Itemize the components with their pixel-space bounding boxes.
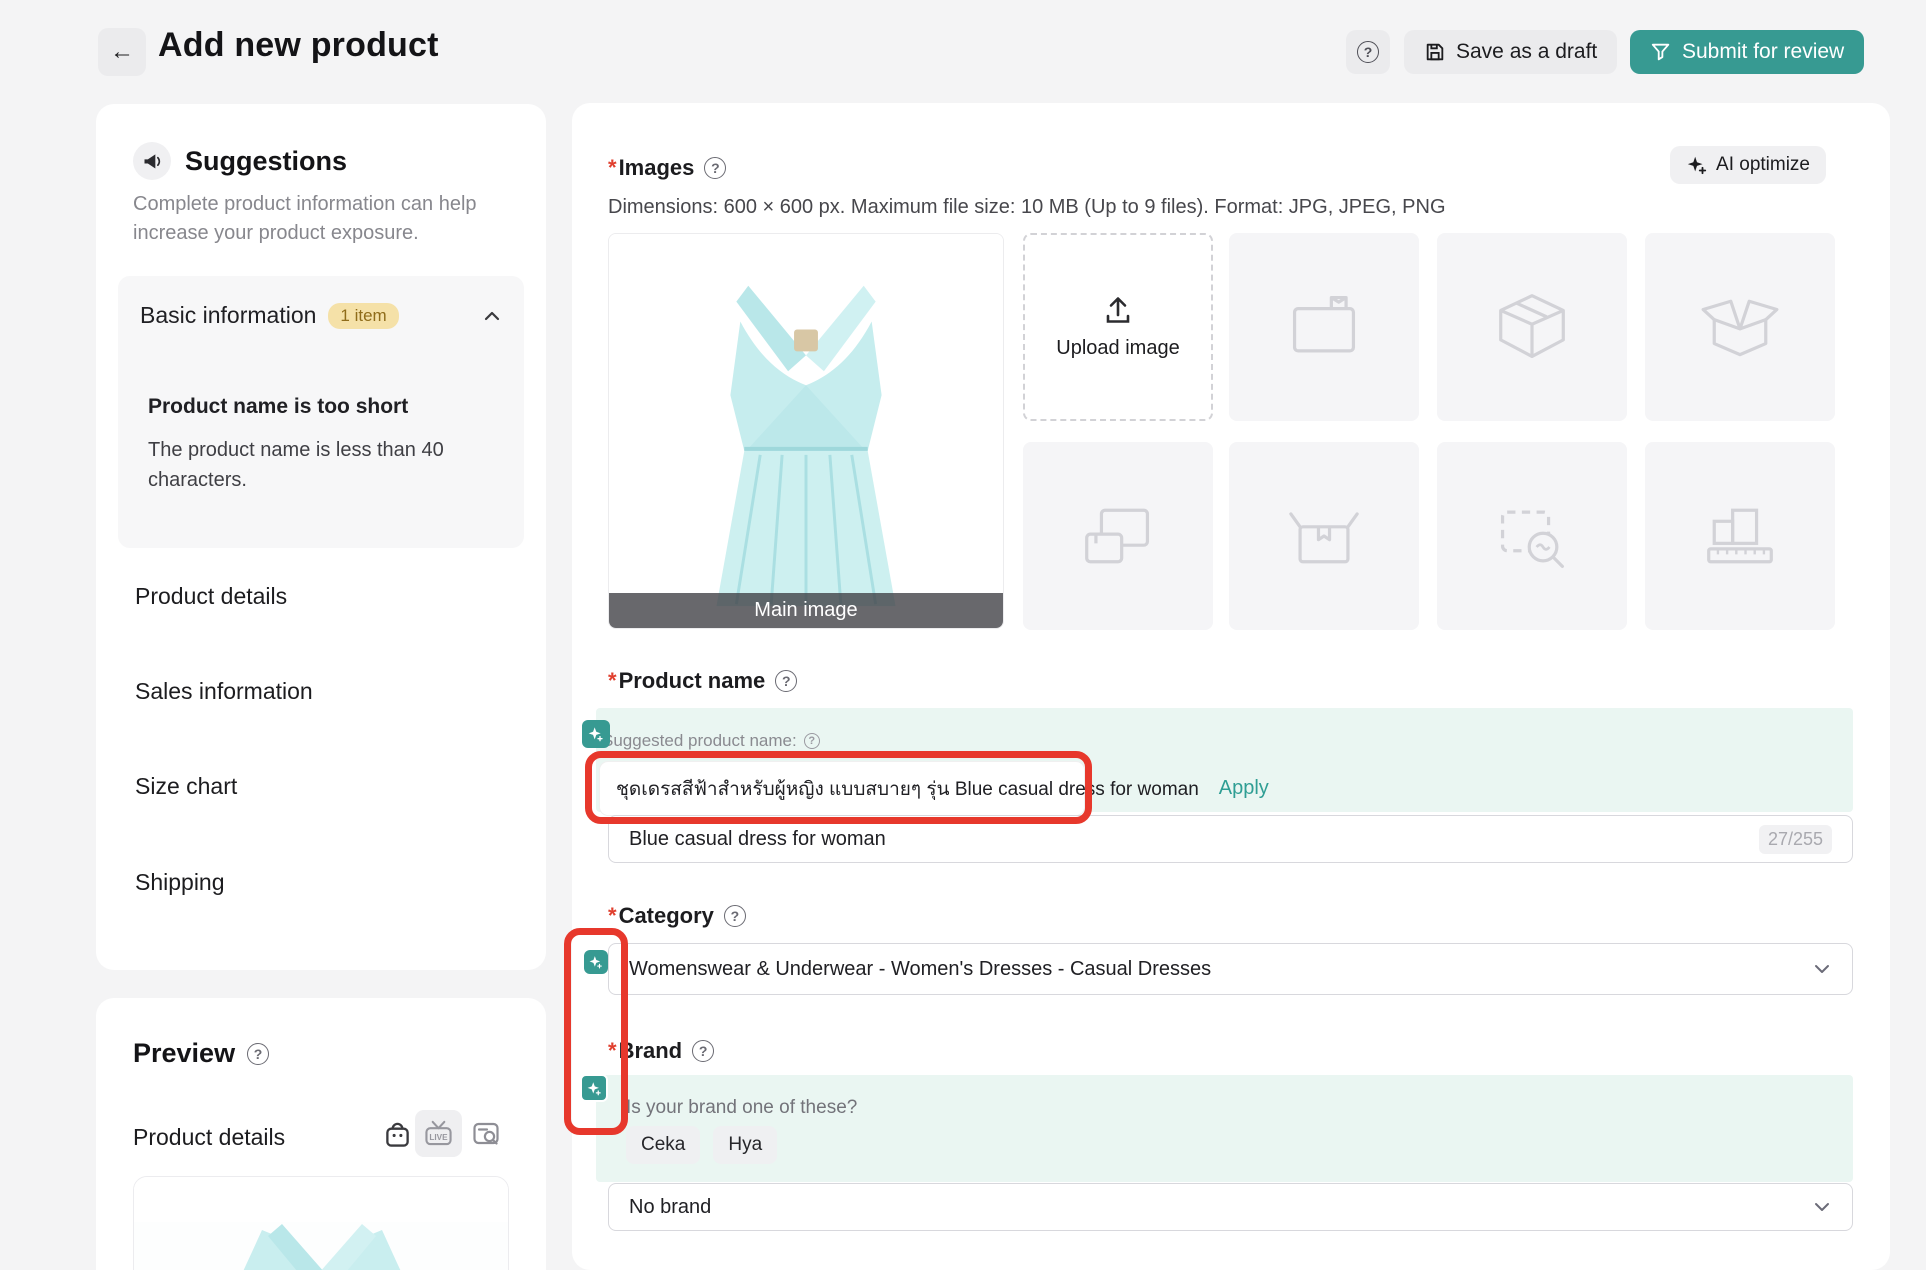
suggested-name-help-icon[interactable] — [804, 733, 820, 749]
box-stack-icon — [1072, 490, 1164, 582]
category-help-icon[interactable] — [724, 905, 746, 927]
product-photo — [609, 234, 1003, 628]
sparkle-plus-icon — [588, 726, 604, 742]
image-slot-empty — [1023, 442, 1213, 630]
box-ribbon-icon — [1278, 281, 1370, 373]
preview-product-card — [133, 1176, 509, 1270]
category-value: Womenswear & Underwear - Women's Dresses… — [629, 958, 1211, 981]
product-name-input[interactable]: Blue casual dress for woman 27/255 — [608, 815, 1853, 863]
sparkle-icon — [1686, 154, 1708, 176]
sparkle-plus-icon — [587, 1081, 602, 1096]
image-slot-empty — [1645, 233, 1835, 421]
apply-suggestion-link[interactable]: Apply — [1219, 777, 1269, 800]
main-image-badge: Main image — [609, 593, 1003, 628]
upload-icon — [1103, 295, 1133, 325]
product-name-help-icon[interactable] — [775, 670, 797, 692]
suggested-name-row: ชุดเดรสสีฟ้าสำหรับผู้หญิง แบบสบายๆ รุ่น … — [600, 762, 1084, 815]
basic-information-section: Basic Information Images AI optimize Dim… — [572, 103, 1890, 1270]
product-name-value: Blue casual dress for woman — [629, 828, 886, 851]
brand-chip-ceka[interactable]: Ceka — [626, 1126, 700, 1164]
suggestion-count-badge: 1 item — [328, 303, 398, 329]
image-slot-empty — [1437, 233, 1627, 421]
preview-help-icon[interactable] — [247, 1043, 269, 1065]
box-lid-ribbon-icon — [1278, 490, 1370, 582]
image-slot-empty — [1645, 442, 1835, 630]
ai-assist-badge-name[interactable] — [582, 720, 610, 748]
save-draft-label: Save as a draft — [1456, 40, 1597, 64]
suggestion-group-header[interactable]: Basic information 1 item — [140, 302, 502, 329]
sidebar-item-sales-information[interactable]: Sales information — [135, 678, 313, 705]
ai-assist-badge-category[interactable] — [584, 950, 608, 974]
image-slot-empty — [1229, 233, 1419, 421]
main-image-tile[interactable]: Main image — [608, 233, 1004, 629]
shopping-bag-icon — [384, 1120, 411, 1149]
tab-product-view[interactable] — [379, 1116, 415, 1152]
page-title: Add new product — [158, 26, 439, 65]
product-name-label: Product name — [608, 668, 765, 694]
brand-select[interactable]: No brand — [608, 1183, 1853, 1231]
upload-image-label: Upload image — [1056, 337, 1179, 360]
save-draft-button[interactable]: Save as a draft — [1404, 30, 1617, 74]
image-slot-empty — [1437, 442, 1627, 630]
issue-title: Product name is too short — [148, 395, 502, 419]
images-help-icon[interactable] — [704, 157, 726, 179]
upload-image-button[interactable]: Upload image — [1023, 233, 1213, 421]
preview-section-label: Product details — [133, 1124, 285, 1151]
images-hint: Dimensions: 600 × 600 px. Maximum file s… — [608, 196, 1446, 219]
brand-suggestion-block — [596, 1075, 1853, 1182]
image-slot-empty — [1229, 442, 1419, 630]
sidebar-item-product-details[interactable]: Product details — [135, 583, 287, 610]
images-label: Images — [608, 155, 694, 181]
back-button[interactable] — [98, 28, 146, 76]
suggestion-group: Basic information 1 item Product name is… — [118, 276, 524, 548]
help-button[interactable] — [1346, 30, 1390, 74]
tab-live-view[interactable]: LIVE — [415, 1110, 462, 1157]
category-label: Category — [608, 903, 714, 929]
chevron-down-icon — [1812, 959, 1832, 979]
image-grid: Main image Upload image — [608, 233, 1839, 630]
section-heading: Basic Information — [610, 103, 855, 110]
box-isometric-icon — [1486, 281, 1578, 373]
megaphone-icon — [133, 142, 171, 180]
issue-description: The product name is less than 40 charact… — [148, 435, 488, 495]
preview-panel: Preview Product details LIVE — [96, 998, 546, 1270]
box-open-icon — [1694, 281, 1786, 373]
suggested-name-value: ชุดเดรสสีฟ้าสำหรับผู้หญิง แบบสบายๆ รุ่น … — [616, 774, 1199, 804]
suggested-name-label: Suggested product name: — [602, 731, 797, 751]
box-ruler-icon — [1694, 490, 1786, 582]
char-counter: 27/255 — [1759, 825, 1832, 854]
box-search-icon — [1486, 490, 1578, 582]
add-product-page: Add new product Save as a draft Submit f… — [0, 0, 1926, 1270]
live-tv-icon: LIVE — [424, 1120, 453, 1147]
suggestion-group-title: Basic information — [140, 302, 316, 329]
ai-optimize-label: AI optimize — [1716, 154, 1810, 176]
save-icon — [1424, 41, 1446, 63]
sidebar-item-size-chart[interactable]: Size chart — [135, 773, 237, 800]
chevron-up-icon[interactable] — [482, 306, 502, 326]
preview-title: Preview — [133, 1038, 235, 1069]
category-select[interactable]: Womenswear & Underwear - Women's Dresses… — [608, 943, 1853, 995]
submit-review-button[interactable]: Submit for review — [1630, 30, 1864, 74]
brand-help-icon[interactable] — [692, 1040, 714, 1062]
question-circle-icon — [1357, 41, 1379, 63]
back-arrow-icon — [110, 38, 134, 66]
brand-question: Is your brand one of these? — [626, 1097, 857, 1119]
ai-optimize-button[interactable]: AI optimize — [1670, 146, 1826, 184]
tab-search-view[interactable] — [468, 1116, 504, 1152]
funnel-icon — [1650, 41, 1672, 63]
suggestions-title: Suggestions — [185, 146, 347, 177]
sidebar-item-shipping[interactable]: Shipping — [135, 869, 225, 896]
sparkle-plus-icon — [589, 955, 603, 969]
chevron-down-icon — [1812, 1197, 1832, 1217]
suggestions-description: Complete product information can help in… — [133, 190, 517, 248]
preview-dress-image — [134, 1222, 509, 1270]
submit-review-label: Submit for review — [1682, 40, 1844, 64]
page-search-icon — [472, 1120, 500, 1148]
svg-text:LIVE: LIVE — [429, 1133, 448, 1142]
brand-chip-hya[interactable]: Hya — [713, 1126, 777, 1164]
ai-assist-badge-brand[interactable] — [580, 1074, 608, 1102]
suggestions-panel: Suggestions Complete product information… — [96, 104, 546, 970]
brand-label: Brand — [608, 1038, 682, 1064]
brand-value: No brand — [629, 1196, 711, 1219]
